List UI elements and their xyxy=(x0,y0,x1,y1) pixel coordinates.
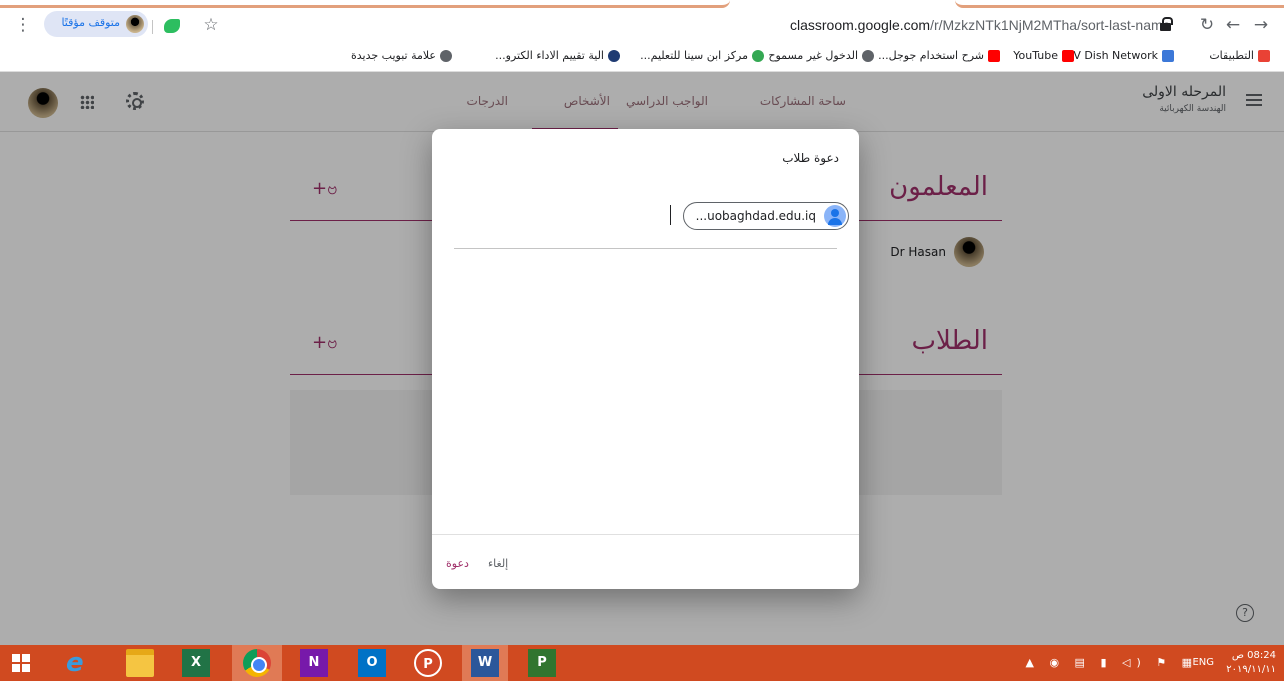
bookmark-performance[interactable]: الية تقييم الاداء الكترو... xyxy=(495,49,620,62)
clock-time: 08:24 ص xyxy=(1231,650,1276,661)
dialog-title: دعوة طلاب xyxy=(782,151,839,165)
globe-icon xyxy=(862,49,874,62)
bookmark-google-guide[interactable]: شرح استخدام جوجل... xyxy=(878,49,1000,62)
address-bar: ⋮ متوقف مؤقتًا ☆ classroom.google.com/r/… xyxy=(0,8,1284,42)
windows-start-icon[interactable] xyxy=(12,654,30,672)
bookmark-access-denied[interactable]: الدخول غير مسموح xyxy=(768,49,874,62)
bookmark-label: شرح استخدام جوجل... xyxy=(878,49,984,62)
bookmark-new-tab[interactable]: علامة تبويب جديدة xyxy=(351,49,452,62)
bookmark-label: الدخول غير مسموح xyxy=(768,49,858,62)
url-path: /r/MzkzNTk1NjM2MTha/sort-last-name xyxy=(930,17,1171,33)
internet-explorer-icon[interactable]: e xyxy=(66,649,94,677)
excel-icon[interactable]: X xyxy=(182,649,210,677)
hand-icon xyxy=(752,49,764,62)
bookmark-apps[interactable]: التطبيقات xyxy=(1209,49,1270,62)
invite-button[interactable]: دعوة xyxy=(446,557,469,570)
apps-grid-icon xyxy=(1258,49,1270,62)
bookmark-tv-dish[interactable]: TV Dish Network xyxy=(1067,49,1174,62)
bookmark-label: التطبيقات xyxy=(1209,49,1254,62)
project-icon[interactable]: P xyxy=(528,649,556,677)
onenote-icon[interactable]: N xyxy=(300,649,328,677)
person-avatar-icon xyxy=(824,205,846,227)
separator xyxy=(152,20,153,34)
chip-label: ...uobaghdad.edu.iq xyxy=(695,209,816,223)
menu-dots-icon[interactable]: ⋮ xyxy=(12,14,34,36)
bookmark-label: YouTube xyxy=(1013,49,1058,62)
globe-icon xyxy=(440,49,452,62)
invite-students-dialog: دعوة طلاب ...uobaghdad.edu.iq دعوة إلغاء xyxy=(432,129,859,589)
file-explorer-icon[interactable] xyxy=(126,649,154,677)
star-bookmark-icon[interactable]: ☆ xyxy=(200,14,222,36)
shield-icon xyxy=(608,49,620,62)
browser-tab[interactable] xyxy=(955,0,1284,8)
powerpoint-icon[interactable]: P xyxy=(414,649,442,677)
bookmark-youtube[interactable]: YouTube xyxy=(1013,49,1074,62)
language-indicator[interactable]: ENG xyxy=(1192,657,1214,668)
windows-taskbar: e X N O P W P ▲ ◉ ▤ ▮ ◁) ⚑ ▦ ENG 08:24 ص… xyxy=(0,645,1284,681)
profile-status: متوقف مؤقتًا xyxy=(61,16,120,29)
cancel-button[interactable]: إلغاء xyxy=(488,557,508,570)
text-caret xyxy=(670,205,671,225)
clock[interactable]: 08:24 ص ٢٠١٩/١١/١١ xyxy=(1218,649,1276,677)
url-host: classroom.google.com xyxy=(790,17,931,33)
back-arrow-icon[interactable]: ← xyxy=(1222,14,1244,36)
reload-icon[interactable]: ↻ xyxy=(1196,14,1218,36)
profile-button[interactable]: متوقف مؤقتًا xyxy=(44,11,148,37)
bookmark-label: الية تقييم الاداء الكترو... xyxy=(495,49,604,62)
youtube-icon xyxy=(988,49,1000,62)
recipient-input-underline xyxy=(454,248,837,249)
dialog-footer-divider xyxy=(432,534,859,535)
youtube-icon xyxy=(1062,49,1074,62)
bookmark-label: مركز ابن سينا للتعليم... xyxy=(640,49,748,62)
bookmarks-bar: التطبيقات TV Dish Network YouTube شرح اس… xyxy=(0,42,1284,72)
bookmark-icon xyxy=(1162,49,1174,62)
recipient-chip[interactable]: ...uobaghdad.edu.iq xyxy=(682,202,849,230)
forward-arrow-icon[interactable]: → xyxy=(1250,14,1272,36)
browser-tab[interactable] xyxy=(0,0,730,8)
lock-icon[interactable] xyxy=(1160,17,1173,31)
outlook-icon[interactable]: O xyxy=(358,649,386,677)
word-icon[interactable]: W xyxy=(471,649,499,677)
url-field[interactable]: classroom.google.com/r/MzkzNTk1NjM2MTha/… xyxy=(790,17,1170,33)
profile-avatar xyxy=(126,15,144,33)
bookmark-label: TV Dish Network xyxy=(1066,49,1158,62)
bookmark-ibn-sina[interactable]: مركز ابن سينا للتعليم... xyxy=(640,49,764,62)
clock-date: ٢٠١٩/١١/١١ xyxy=(1226,664,1276,675)
bookmark-label: علامة تبويب جديدة xyxy=(350,49,436,62)
system-tray-icons[interactable]: ▲ ◉ ▤ ▮ ◁) ⚑ ▦ xyxy=(1026,656,1199,669)
chrome-icon[interactable] xyxy=(243,649,271,677)
evernote-extension-icon[interactable] xyxy=(164,19,180,33)
tab-strip xyxy=(0,0,1284,8)
